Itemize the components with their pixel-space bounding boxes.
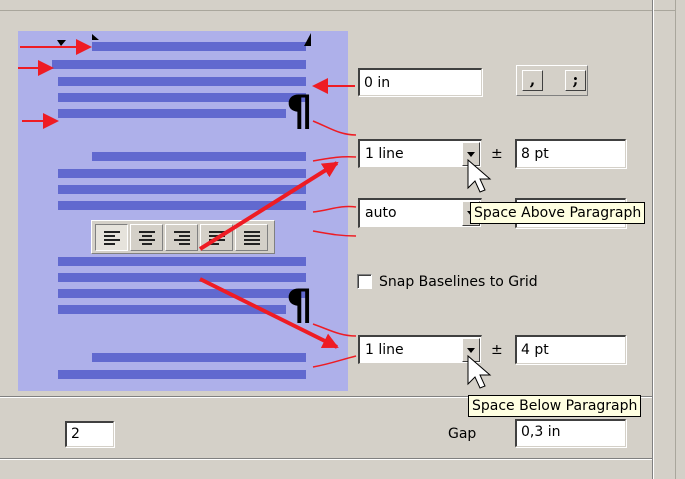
space-above-mode-select[interactable]: 1 line bbox=[358, 139, 482, 168]
space-below-tooltip: Space Below Paragraph bbox=[468, 395, 642, 417]
preview-line bbox=[58, 370, 306, 379]
align-center-button[interactable] bbox=[130, 224, 163, 251]
columns-count-field[interactable]: 2 bbox=[65, 421, 114, 447]
preview-line bbox=[58, 257, 306, 266]
align-right-button[interactable] bbox=[165, 224, 198, 251]
paragraph-preview bbox=[18, 31, 348, 391]
align-right-icon bbox=[174, 231, 190, 245]
preview-line bbox=[58, 169, 306, 178]
space-below-mode-select[interactable]: 1 line bbox=[358, 335, 482, 364]
preview-line bbox=[58, 109, 286, 118]
paragraph-mark: ¶ bbox=[286, 280, 313, 329]
preview-line bbox=[58, 305, 286, 314]
space-below-value: 4 pt bbox=[521, 342, 549, 358]
gap-label: Gap bbox=[448, 426, 477, 442]
justify-all-icon bbox=[244, 231, 260, 245]
plus-minus-label: ± bbox=[491, 146, 503, 162]
chevron-down-icon[interactable] bbox=[462, 338, 480, 362]
justify-all-button[interactable] bbox=[235, 224, 268, 251]
indent-field[interactable]: 0 in bbox=[358, 68, 482, 96]
toggle-group-frame bbox=[516, 65, 588, 96]
preview-line bbox=[58, 273, 306, 282]
justify-icon bbox=[209, 231, 225, 245]
paragraph-mark: ¶ bbox=[286, 86, 313, 135]
preview-line bbox=[92, 152, 306, 161]
space-above-tooltip: Space Above Paragraph bbox=[470, 202, 646, 224]
gap-value: 0,3 in bbox=[521, 424, 561, 440]
line-spacing-select[interactable]: auto bbox=[358, 198, 482, 228]
preview-line bbox=[58, 93, 306, 102]
preview-line bbox=[58, 289, 306, 298]
space-above-mode: 1 line bbox=[365, 146, 404, 162]
snap-baselines-label: Snap Baselines to Grid bbox=[379, 274, 538, 290]
preview-line bbox=[58, 77, 306, 86]
space-above-field[interactable]: 8 pt bbox=[515, 139, 626, 168]
preview-line bbox=[92, 353, 306, 362]
alignment-buttons bbox=[91, 220, 275, 254]
top-divider bbox=[0, 10, 685, 11]
plus-minus-label: ± bbox=[491, 342, 503, 358]
preview-line bbox=[52, 60, 306, 69]
chevron-down-icon[interactable] bbox=[462, 142, 480, 166]
justify-button[interactable] bbox=[200, 224, 233, 251]
panel-border-highlight bbox=[653, 0, 654, 479]
space-below-mode: 1 line bbox=[365, 342, 404, 358]
columns-count-value: 2 bbox=[71, 426, 80, 442]
indent-value: 0 in bbox=[364, 75, 391, 91]
preview-line bbox=[58, 185, 306, 194]
align-left-button[interactable] bbox=[95, 224, 128, 251]
gap-field[interactable]: 0,3 in bbox=[515, 419, 626, 447]
space-below-field[interactable]: 4 pt bbox=[515, 335, 626, 364]
right-rail bbox=[675, 0, 685, 479]
align-left-icon bbox=[104, 231, 120, 245]
line-spacing-mode: auto bbox=[365, 205, 397, 221]
preview-line bbox=[92, 42, 306, 51]
align-center-icon bbox=[139, 231, 155, 245]
space-above-value: 8 pt bbox=[521, 146, 549, 162]
preview-line bbox=[58, 201, 306, 210]
snap-baselines-checkbox[interactable] bbox=[357, 274, 372, 289]
section-divider-highlight bbox=[0, 459, 652, 460]
